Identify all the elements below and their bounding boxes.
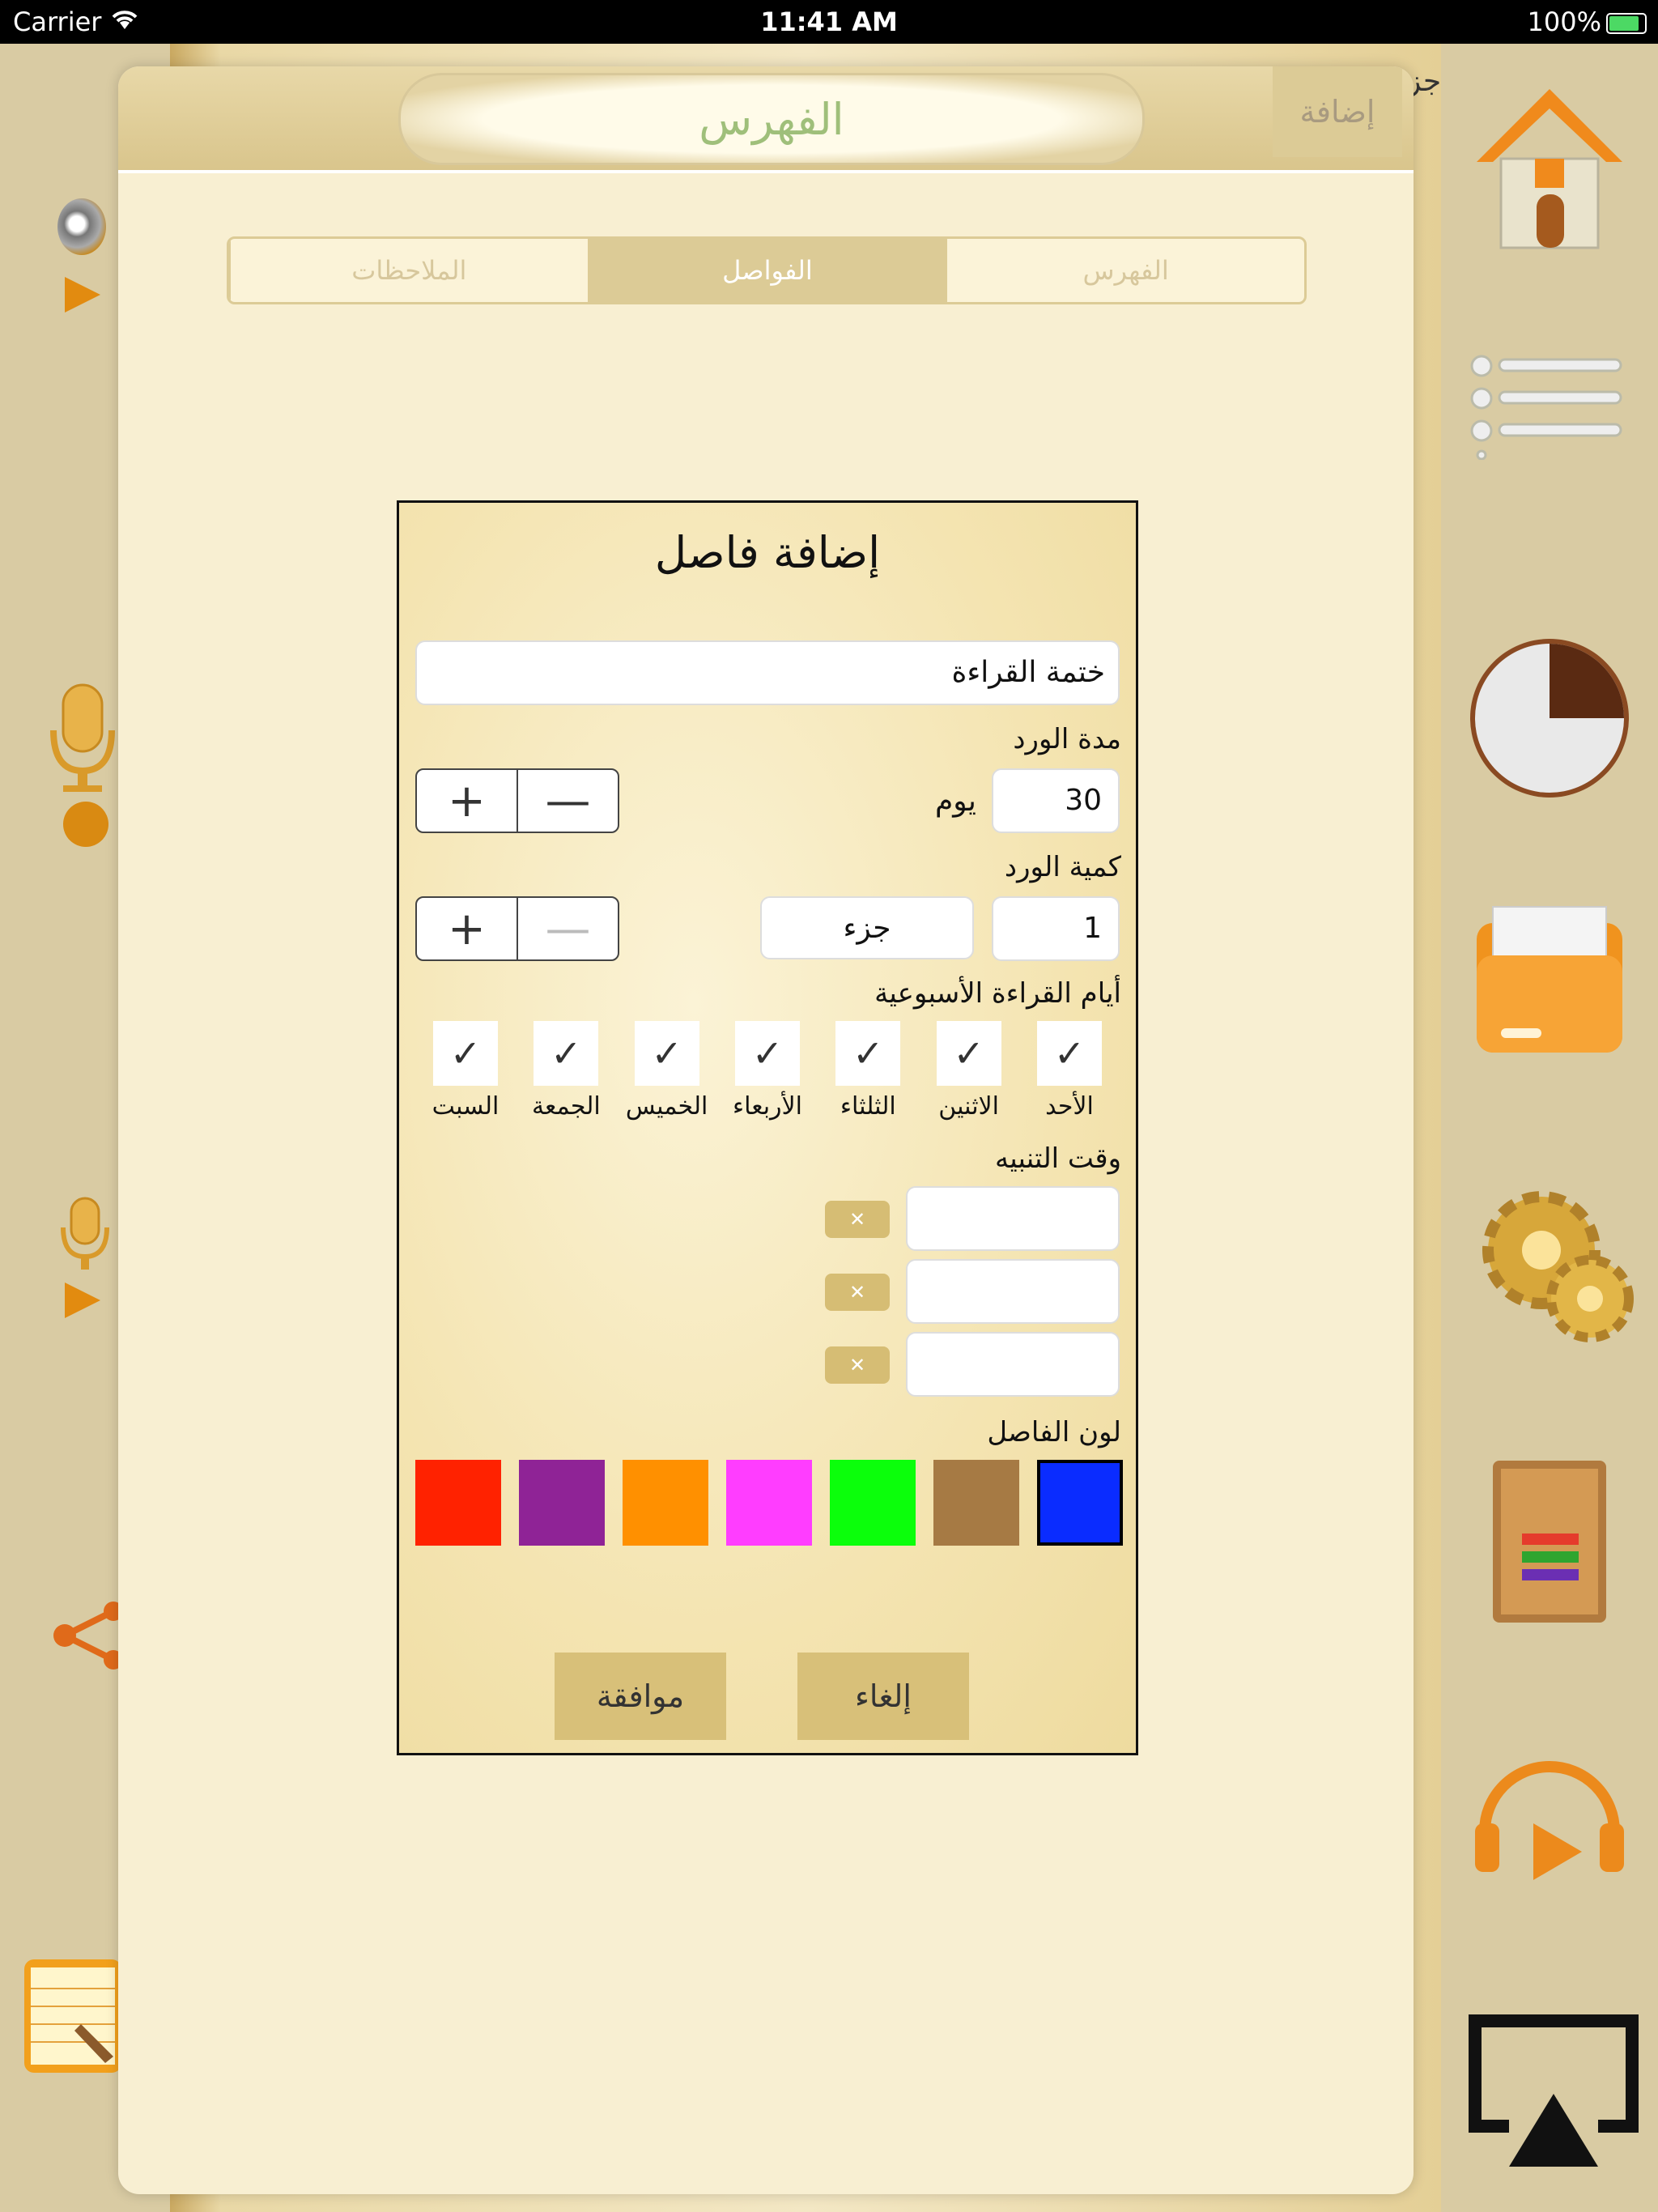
amount-stepper: + — — [415, 896, 619, 961]
color-picker — [415, 1460, 1123, 1547]
audio-player-icon[interactable] — [1469, 1742, 1630, 1904]
title-frame: الفهرس — [398, 73, 1145, 165]
weekday-sunday[interactable]: ✓ الأحد — [1019, 1021, 1120, 1134]
color-swatch[interactable] — [519, 1460, 605, 1546]
weekday-monday[interactable]: ✓ الاثنين — [919, 1021, 1019, 1134]
amount-decrement-button[interactable]: — — [517, 898, 618, 959]
segmented-control: الفهرس الفواصل الملاحظات — [227, 236, 1307, 304]
duration-decrement-button[interactable]: — — [517, 770, 618, 832]
color-swatch[interactable] — [933, 1460, 1019, 1546]
speaker-icon[interactable] — [45, 186, 118, 267]
close-icon: ✕ — [848, 1208, 866, 1231]
color-swatch[interactable] — [726, 1460, 812, 1546]
add-bookmark-dialog: إضافة فاصل ختمة القراءة مدة الورد + — يو… — [397, 500, 1138, 1755]
clock: 11:41 AM — [760, 6, 898, 37]
home-icon[interactable] — [1469, 81, 1630, 259]
clear-alert-button[interactable]: ✕ — [825, 1274, 890, 1311]
close-icon: ✕ — [848, 1281, 866, 1304]
check-icon[interactable]: ✓ — [936, 1021, 1001, 1086]
alert-time-label: وقت التنبيه — [995, 1142, 1121, 1175]
add-button[interactable]: إضافة — [1273, 66, 1402, 157]
alert-row: ✕ — [415, 1259, 1120, 1324]
color-swatch[interactable] — [415, 1460, 501, 1546]
duration-field[interactable]: 30 — [992, 768, 1120, 833]
alert-time-field[interactable] — [906, 1332, 1120, 1397]
panel-header: الفهرس إضافة — [118, 66, 1414, 173]
check-icon[interactable]: ✓ — [433, 1021, 498, 1086]
share-icon[interactable] — [49, 1595, 130, 1676]
battery-icon — [1606, 13, 1647, 34]
record-icon[interactable] — [63, 802, 108, 847]
close-icon: ✕ — [848, 1354, 866, 1376]
cancel-button[interactable]: إلغاء — [797, 1653, 969, 1740]
duration-label: مدة الورد — [1013, 723, 1121, 755]
amount-increment-button[interactable]: + — [417, 898, 517, 959]
settings-icon[interactable] — [1469, 1177, 1639, 1355]
weekdays-row: ✓ الأحد ✓ الاثنين ✓ الثلثاء ✓ الأربعاء ✓ الخم… — [415, 1021, 1120, 1134]
list-icon[interactable] — [1469, 355, 1630, 460]
check-icon[interactable]: ✓ — [1036, 1021, 1102, 1086]
clear-alert-button[interactable]: ✕ — [825, 1201, 890, 1238]
weekday-tuesday[interactable]: ✓ الثلثاء — [818, 1021, 918, 1134]
weekdays-label: أيام القراءة الأسبوعية — [874, 977, 1121, 1010]
status-bar: Carrier 11:41 AM 100% — [0, 0, 1658, 44]
clear-alert-button[interactable]: ✕ — [825, 1346, 890, 1384]
tab-notes[interactable]: الملاحظات — [229, 239, 588, 302]
airplay-icon[interactable] — [1469, 2013, 1639, 2175]
alert-time-field[interactable] — [906, 1259, 1120, 1324]
check-icon[interactable]: ✓ — [634, 1021, 699, 1086]
play-icon[interactable] — [65, 277, 100, 313]
weekday-friday[interactable]: ✓ الجمعة — [516, 1021, 616, 1134]
weekday-wednesday[interactable]: ✓ الأربعاء — [717, 1021, 818, 1134]
tab-index[interactable]: الفهرس — [946, 239, 1304, 302]
amount-label: كمية الورد — [1004, 851, 1121, 883]
color-swatch[interactable] — [623, 1460, 708, 1546]
dialog-title: إضافة فاصل — [654, 527, 881, 578]
page-title: الفهرس — [699, 93, 844, 145]
color-label: لون الفاصل — [987, 1416, 1121, 1448]
color-swatch[interactable] — [830, 1460, 916, 1546]
duration-stepper: + — — [415, 768, 619, 833]
ok-button[interactable]: موافقة — [555, 1653, 726, 1740]
duration-increment-button[interactable]: + — [417, 770, 517, 832]
progress-pie-icon[interactable] — [1469, 633, 1630, 803]
recording-playback-icon[interactable] — [49, 1195, 121, 1284]
check-icon[interactable]: ✓ — [835, 1021, 901, 1086]
amount-unit-selector[interactable]: جزء — [760, 896, 974, 959]
check-icon[interactable]: ✓ — [734, 1021, 800, 1086]
bookmark-name-field[interactable]: ختمة القراءة — [415, 640, 1120, 705]
microphone-icon[interactable] — [42, 682, 123, 795]
bookmarks-book-icon[interactable] — [1485, 1453, 1614, 1631]
tab-bookmarks[interactable]: الفواصل — [587, 239, 946, 302]
weekday-saturday[interactable]: ✓ السبت — [415, 1021, 516, 1134]
alert-row: ✕ — [415, 1186, 1120, 1251]
folder-icon[interactable] — [1469, 899, 1630, 1061]
amount-field[interactable]: 1 — [992, 896, 1120, 961]
notes-icon[interactable] — [24, 1959, 121, 2073]
alert-time-field[interactable] — [906, 1186, 1120, 1251]
color-swatch[interactable] — [1037, 1460, 1123, 1546]
play-recording-icon[interactable] — [65, 1283, 100, 1318]
weekday-thursday[interactable]: ✓ الخميس — [617, 1021, 717, 1134]
alert-row: ✕ — [415, 1332, 1120, 1397]
right-toolbar — [1441, 44, 1658, 2212]
duration-unit: يوم — [935, 785, 976, 818]
battery-percent: 100% — [1527, 6, 1601, 37]
check-icon[interactable]: ✓ — [534, 1021, 599, 1086]
